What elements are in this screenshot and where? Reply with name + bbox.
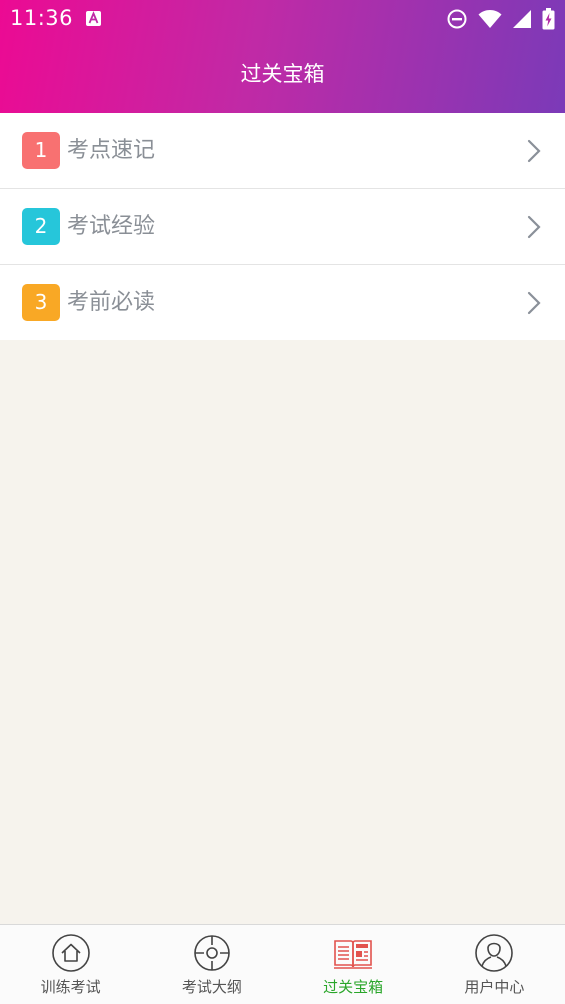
- number-badge: 3: [22, 284, 60, 321]
- cell-signal-icon: [513, 10, 531, 28]
- list-item-label: 考试经验: [67, 214, 156, 239]
- list-item-kaoshi-jingyan[interactable]: 2 考试经验: [0, 189, 565, 265]
- header: 11:36 过关宝箱: [0, 0, 565, 113]
- notification-a-icon: [86, 11, 101, 26]
- chevron-right-icon: [527, 215, 541, 239]
- status-icons: [446, 8, 555, 30]
- user-icon: [475, 934, 514, 972]
- list-item-label: 考点速记: [67, 138, 156, 163]
- crosshair-icon: [194, 935, 230, 971]
- list-item-kaoqian-bidu[interactable]: 3 考前必读: [0, 265, 565, 340]
- number-badge: 2: [22, 208, 60, 245]
- tab-label: 用户中心: [464, 978, 525, 996]
- do-not-disturb-icon: [447, 9, 467, 29]
- status-time: 11:36: [10, 6, 74, 30]
- list-item-kaodian-suji[interactable]: 1 考点速记: [0, 113, 565, 189]
- wifi-icon: [478, 10, 502, 28]
- tab-training-exam[interactable]: 训练考试: [0, 925, 141, 1004]
- tab-user-center[interactable]: 用户中心: [424, 925, 565, 1004]
- chevron-right-icon: [527, 139, 541, 163]
- page-title: 过关宝箱: [240, 62, 325, 86]
- tab-pass-treasure[interactable]: 过关宝箱: [283, 925, 424, 1004]
- tab-label: 过关宝箱: [323, 978, 384, 996]
- news-book-icon: [334, 940, 373, 969]
- home-icon: [51, 934, 90, 972]
- tab-exam-outline[interactable]: 考试大纲: [141, 925, 282, 1004]
- number-badge: 1: [22, 132, 60, 169]
- tab-label: 训练考试: [40, 978, 101, 996]
- menu-list: 1 考点速记 2 考试经验 3 考前必读: [0, 113, 565, 340]
- bottom-tab-bar: 训练考试 考试大纲 过关宝箱 用户中心: [0, 924, 565, 1004]
- status-bar: 11:36: [0, 0, 565, 38]
- battery-charging-icon: [542, 8, 555, 30]
- list-item-label: 考前必读: [67, 290, 156, 315]
- chevron-right-icon: [527, 291, 541, 315]
- tab-label: 考试大纲: [181, 978, 242, 996]
